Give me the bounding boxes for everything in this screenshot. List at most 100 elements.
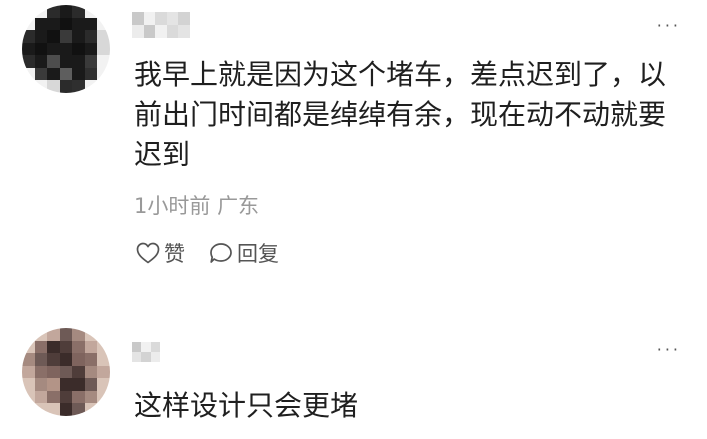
avatar-mosaic-cell — [34, 17, 48, 31]
avatar-mosaic-cell — [97, 403, 110, 416]
avatar-mosaic-cell — [22, 353, 35, 366]
avatar-mosaic-cell — [34, 67, 48, 81]
avatar-mosaic-cell — [72, 42, 85, 56]
avatar-mosaic-cell — [47, 365, 60, 379]
avatar-mosaic-cell — [97, 340, 110, 354]
avatar-mosaic-cell — [84, 378, 98, 391]
avatar-mosaic-cell — [47, 403, 60, 416]
avatar[interactable] — [22, 5, 110, 93]
avatar-mosaic-cell — [72, 403, 85, 416]
avatar-mosaic-cell — [84, 365, 98, 379]
username-mosaic-cell — [132, 12, 144, 25]
username-mosaic-cell — [132, 342, 142, 352]
avatar-mosaic-cell — [72, 390, 85, 404]
avatar-mosaic-cell — [22, 67, 35, 81]
avatar-mosaic-cell — [34, 353, 48, 366]
comment-text: 我早上就是因为这个堵车，差点迟到了，以前出门时间都是绰绰有余，现在动不动就要迟到 — [134, 58, 667, 171]
avatar-mosaic-cell — [97, 55, 110, 68]
comment-item: ··· 我早上就是因为这个堵车，差点迟到了，以前出门时间都是绰绰有余，现在动不动… — [0, 0, 707, 300]
more-options-button[interactable]: ··· — [657, 18, 681, 34]
avatar-mosaic-cell — [97, 353, 110, 366]
avatar-mosaic-cell — [97, 67, 110, 81]
avatar-mosaic-cell — [47, 80, 60, 93]
avatar-mosaic-cell — [22, 378, 35, 391]
username-mosaic-cell — [178, 25, 190, 38]
avatar-mosaic-cell — [97, 328, 110, 341]
avatar-mosaic-cell — [34, 55, 48, 68]
avatar-mosaic-cell — [97, 390, 110, 404]
username-mosaic-cell — [132, 25, 144, 38]
avatar-mosaic-cell — [22, 403, 35, 416]
avatar-mosaic-cell — [22, 17, 35, 31]
avatar-mosaic-cell — [72, 55, 85, 68]
avatar-mosaic-cell — [59, 403, 73, 416]
username-mosaic-cell — [150, 352, 160, 362]
avatar-mosaic-cell — [84, 353, 98, 366]
avatar-mosaic-cell — [34, 390, 48, 404]
avatar-mosaic-cell — [97, 30, 110, 43]
like-label: 赞 — [164, 242, 185, 266]
comment-location: 广东 — [217, 194, 260, 218]
avatar[interactable] — [22, 328, 110, 416]
avatar-mosaic-cell — [72, 365, 85, 379]
avatar-mosaic-cell — [59, 5, 73, 18]
avatar-mosaic-cell — [34, 328, 48, 341]
more-options-button[interactable]: ··· — [657, 342, 681, 358]
avatar-mosaic-cell — [59, 67, 73, 81]
avatar-mosaic-cell — [22, 42, 35, 56]
username-mosaic-cell — [150, 342, 160, 352]
avatar-mosaic-cell — [47, 390, 60, 404]
avatar-mosaic-cell — [47, 30, 60, 43]
avatar-mosaic-cell — [72, 80, 85, 93]
avatar-mosaic-cell — [59, 390, 73, 404]
avatar-mosaic-cell — [47, 42, 60, 56]
avatar-mosaic-cell — [84, 340, 98, 354]
reply-button[interactable]: 回复 — [209, 238, 279, 268]
like-button[interactable]: 赞 — [136, 238, 185, 268]
avatar-mosaic-cell — [34, 5, 48, 18]
username-blurred[interactable] — [132, 342, 160, 362]
avatar-mosaic-cell — [72, 5, 85, 18]
username-mosaic-cell — [143, 12, 156, 25]
avatar-mosaic-cell — [59, 30, 73, 43]
avatar-mosaic-cell — [59, 328, 73, 341]
avatar-mosaic-cell — [84, 17, 98, 31]
avatar-mosaic-cell — [84, 42, 98, 56]
avatar-mosaic-cell — [59, 340, 73, 354]
avatar-mosaic-cell — [59, 378, 73, 391]
avatar-mosaic-cell — [22, 340, 35, 354]
avatar-mosaic-cell — [59, 17, 73, 31]
speech-bubble-outline-icon — [210, 243, 232, 263]
avatar-mosaic-cell — [47, 55, 60, 68]
username-blurred[interactable] — [132, 12, 190, 38]
avatar-mosaic-cell — [84, 55, 98, 68]
avatar-mosaic-cell — [72, 67, 85, 81]
avatar-mosaic-cell — [72, 353, 85, 366]
avatar-mosaic-cell — [97, 17, 110, 31]
avatar-mosaic-cell — [84, 403, 98, 416]
avatar-mosaic-cell — [84, 328, 98, 341]
avatar-mosaic-cell — [59, 55, 73, 68]
avatar-mosaic-cell — [22, 55, 35, 68]
username-mosaic-cell — [155, 12, 167, 25]
username-mosaic-cell — [155, 25, 167, 38]
username-mosaic-cell — [166, 25, 179, 38]
username-mosaic-cell — [141, 342, 151, 352]
avatar-mosaic-cell — [59, 42, 73, 56]
avatar-mosaic-cell — [72, 328, 85, 341]
avatar-mosaic-cell — [34, 403, 48, 416]
username-mosaic-cell — [166, 12, 179, 25]
avatar-mosaic-cell — [47, 17, 60, 31]
avatar-mosaic-cell — [84, 5, 98, 18]
avatar-mosaic-cell — [47, 5, 60, 18]
avatar-mosaic-cell — [84, 390, 98, 404]
avatar-mosaic-cell — [22, 30, 35, 43]
avatar-mosaic-cell — [22, 365, 35, 379]
avatar-mosaic-cell — [97, 378, 110, 391]
avatar-mosaic-cell — [47, 328, 60, 341]
avatar-mosaic-cell — [22, 5, 35, 18]
avatar-mosaic-cell — [84, 80, 98, 93]
avatar-mosaic-cell — [47, 67, 60, 81]
avatar-mosaic-cell — [22, 328, 35, 341]
avatar-mosaic-cell — [34, 378, 48, 391]
